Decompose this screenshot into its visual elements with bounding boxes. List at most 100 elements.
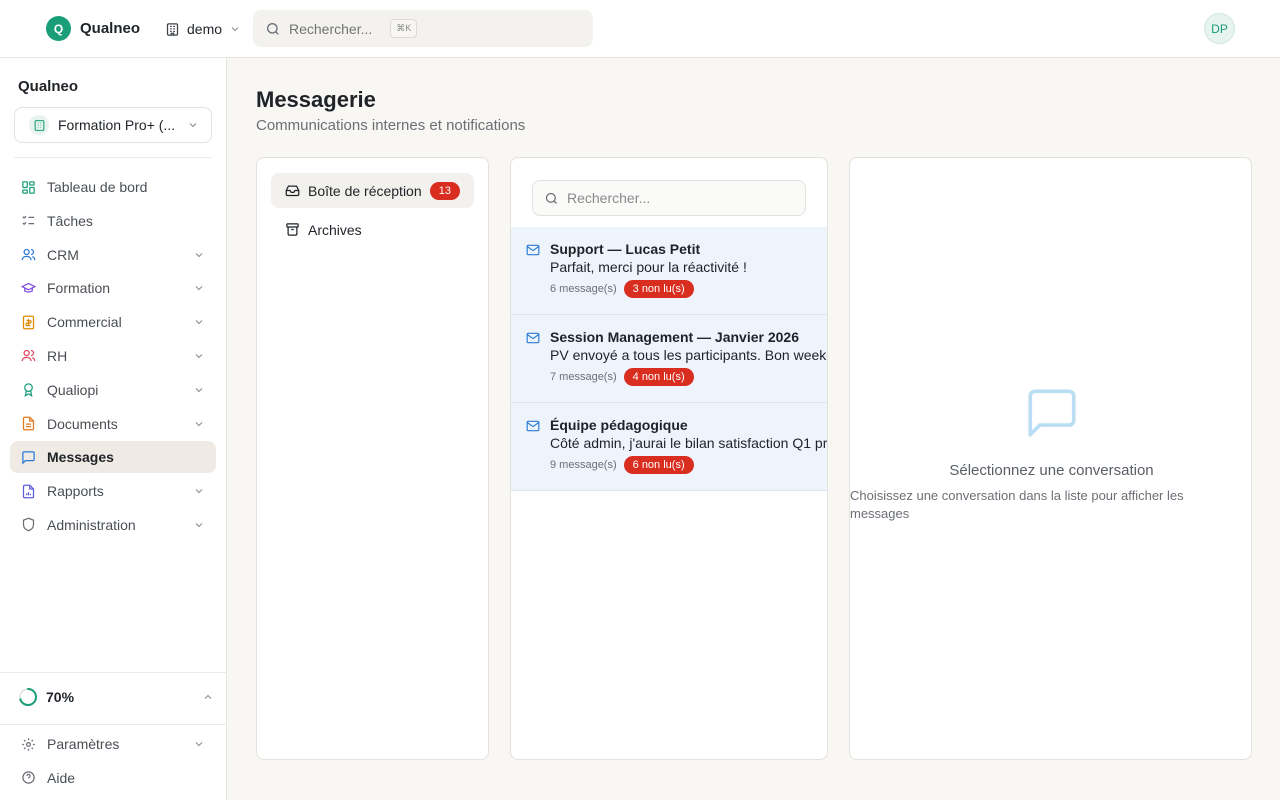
brand-name[interactable]: Qualneo [80,20,140,37]
organization-select-label: Formation Pro+ (... [58,117,176,133]
conversation-detail-panel: Sélectionnez une conversation Choisissez… [849,157,1252,760]
sidebar-item-label: Documents [47,415,118,432]
sidebar-item-administration[interactable]: Administration [10,509,216,541]
user-group-icon [21,350,36,362]
file-text-icon [22,416,35,431]
sidebar-item-label: Messages [47,449,114,466]
sidebar-item-label: CRM [47,246,79,263]
sidebar: Qualneo Formation Pro+ (... Tableau de b… [0,58,227,800]
mail-icon [526,332,540,344]
conversation-meta: 6 message(s) 3 non lu(s) [550,280,694,298]
archive-icon [286,223,299,236]
divider [0,724,227,725]
unread-badge: 4 non lu(s) [623,368,694,386]
conversation-search-placeholder: Rechercher... [567,190,651,206]
sidebar-item-rapports[interactable]: Rapports [10,475,216,507]
mail-icon [526,420,540,432]
graduation-cap-icon [21,282,36,293]
global-search-placeholder: Rechercher... [289,20,373,37]
chevron-down-icon [195,354,203,359]
receipt-icon [22,315,35,330]
global-search-input[interactable]: Rechercher... ⌘K [253,10,593,47]
sidebar-item-label: RH [47,347,68,364]
chevron-down-icon [195,252,203,257]
sidebar-item-label: Formation [47,280,111,297]
chevron-down-icon [195,489,203,494]
users-icon [21,248,36,261]
conversation-item[interactable]: Session Management — Janvier 2026 PV env… [511,315,828,403]
sidebar-item-label: Paramètres [47,736,120,752]
message-count: 7 message(s) [550,371,617,383]
sidebar-item-label: Qualiopi [47,381,99,398]
conversation-item[interactable]: Support — Lucas Petit Parfait, merci pou… [511,227,827,315]
organization-select[interactable]: Formation Pro+ (... [14,107,212,143]
sidebar-item-documents[interactable]: Documents [10,408,216,440]
sidebar-title: Qualneo [18,78,79,95]
folder-label: Archives [308,221,362,238]
message-count: 9 message(s) [550,459,617,471]
shield-icon [22,518,35,532]
sidebar-item-taches[interactable]: Tâches [10,205,216,237]
sidebar-item-messages[interactable]: Messages [10,441,216,474]
conversation-list-panel: Rechercher... Support — Lucas Petit Parf… [510,157,828,760]
folder-archives[interactable]: Archives [271,212,474,247]
conversation-search-input[interactable]: Rechercher... [532,180,806,216]
file-chart-icon [22,484,35,499]
conversation-meta: 9 message(s) 6 non lu(s) [550,456,694,474]
org-switcher[interactable]: demo [165,18,241,40]
empty-state-title: Sélectionnez une conversation [949,462,1154,479]
logo-icon[interactable]: Q [46,16,71,41]
folder-label: Boîte de réception [308,182,422,199]
chevron-down-icon [195,523,203,528]
chevron-down-icon [231,27,239,32]
top-bar: Q Qualneo demo Rechercher... ⌘K DP [0,0,1280,58]
sidebar-item-crm[interactable]: CRM [10,239,216,271]
org-switcher-label: demo [187,21,223,37]
search-icon [545,192,557,204]
sidebar-item-rh[interactable]: RH [10,340,216,372]
sidebar-item-label: Tâches [47,212,93,229]
sidebar-item-label: Commercial [47,314,122,331]
folders-panel: Boîte de réception 13 Archives [256,157,489,760]
chevron-down-icon [195,742,203,747]
page-title: Messagerie [256,87,376,112]
sidebar-item-label: Rapports [47,483,104,500]
sidebar-item-tableau-de-bord[interactable]: Tableau de bord [10,171,216,203]
unread-count-badge: 13 [429,181,460,200]
folder-inbox[interactable]: Boîte de réception 13 [271,173,474,208]
unread-badge: 3 non lu(s) [623,280,694,298]
conversation-title: Session Management — Janvier 2026 [550,329,799,345]
award-icon [24,383,33,398]
conversation-preview: PV envoyé a tous les participants. Bon w… [550,347,828,363]
sidebar-item-formation[interactable]: Formation [10,272,216,304]
list-checks-icon [22,215,35,226]
sidebar-bottom-nav: Paramètres Aide [10,728,216,796]
inbox-icon [285,185,300,197]
shortcut-hint: ⌘K [390,19,418,38]
avatar[interactable]: DP [1204,13,1235,44]
conversation-meta: 7 message(s) 4 non lu(s) [550,368,694,386]
sidebar-item-parametres[interactable]: Paramètres [10,728,216,760]
chevron-down-icon [189,123,197,128]
sidebar-item-label: Administration [47,516,136,533]
sidebar-item-qualiopi[interactable]: Qualiopi [10,374,216,406]
divider [14,157,212,158]
help-circle-icon [22,771,35,785]
chevron-down-icon [195,320,203,325]
conversation-preview: Parfait, merci pour la réactivité ! [550,259,747,275]
conversation-item[interactable]: Équipe pédagogique Côté admin, j'aurai l… [511,403,827,491]
building-icon [29,115,49,135]
sidebar-item-aide[interactable]: Aide [10,762,216,794]
mail-icon [526,244,540,256]
empty-state-description: Choisissez une conversation dans la list… [850,488,1184,521]
onboarding-progress[interactable]: 70% [18,687,214,707]
chevron-down-icon [195,286,203,291]
page-subtitle: Communications internes et notifications [256,117,526,134]
chevron-up-icon [204,694,212,699]
unread-badge: 6 non lu(s) [623,456,694,474]
conversation-title: Support — Lucas Petit [550,241,701,257]
sidebar-item-label: Aide [47,769,76,786]
sidebar-item-commercial[interactable]: Commercial [10,306,216,338]
sidebar-item-label: Tableau de bord [47,179,148,195]
layout-dashboard-icon [22,180,35,194]
